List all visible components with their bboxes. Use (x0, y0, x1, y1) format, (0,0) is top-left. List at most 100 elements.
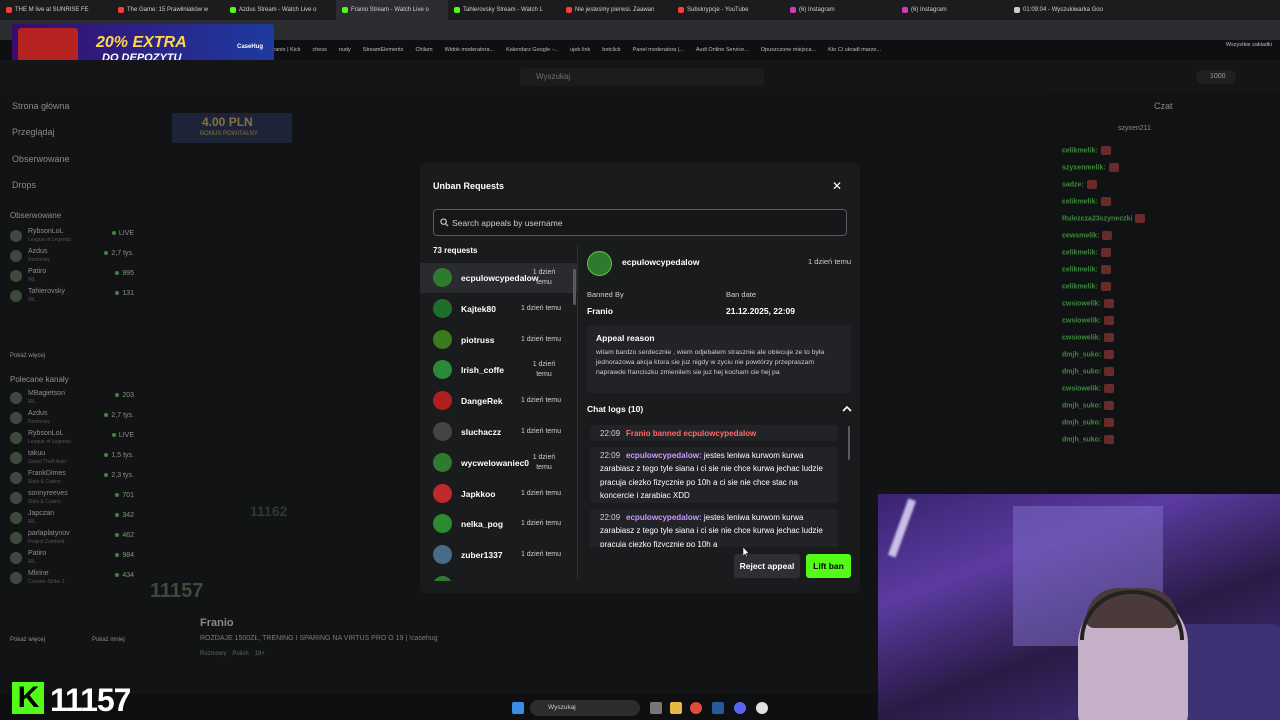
logs-scrollbar[interactable] (848, 426, 850, 460)
nav-following[interactable]: Obserwowane (12, 154, 70, 164)
chat-username[interactable]: szyxenmelik: (1062, 164, 1106, 171)
list-scrollbar[interactable] (573, 269, 576, 305)
show-less[interactable]: Pokaż mniej (92, 637, 125, 643)
detail-username[interactable]: ecpulowcypedalow (622, 257, 699, 267)
chat-username[interactable]: Rulezcza23szyneczki (1062, 215, 1132, 222)
nav-browse[interactable]: Przeglądaj (12, 127, 55, 137)
discord-icon[interactable] (734, 702, 746, 714)
reject-appeal-button[interactable]: Reject appeal (734, 554, 800, 578)
sidebar-channel[interactable]: RybsonLoL League of Legends LIVE (10, 228, 134, 248)
bookmark-item[interactable]: Audi Online Service... (696, 47, 749, 53)
stream-tag[interactable]: 18+ (255, 651, 265, 657)
stream-tag[interactable]: Polish (232, 651, 248, 657)
sidebar-channel[interactable]: sonnyreeves Slots & Casino 701 (10, 490, 134, 510)
chat-username[interactable]: cewsmelik: (1062, 232, 1099, 239)
browser-tab[interactable]: Subskrypcje - YouTube (672, 0, 784, 20)
browser-tab[interactable]: Franio Stream - Watch Live o (336, 0, 448, 20)
sidebar-channel[interactable]: MBagietson IRL 203 (10, 390, 134, 410)
bookmark-item[interactable]: Panel moderatora |... (633, 47, 684, 53)
request-row[interactable]: Irish_coffe 1 dzień temu (420, 355, 577, 385)
kick-coins-badge[interactable]: 1000 (1196, 70, 1236, 84)
browser-tab[interactable]: (6) Instagram (784, 0, 896, 20)
request-row[interactable]: piotruss 1 dzień temu (420, 325, 577, 355)
streamer-name[interactable]: Franio (200, 617, 234, 629)
bookmark-item[interactable]: Chilam (415, 47, 432, 53)
sidebar-channel[interactable]: RybsonLoL League of Legends LIVE (10, 430, 134, 450)
chat-username[interactable]: dmjh_suko: (1062, 351, 1101, 358)
browser-tab[interactable]: (6) Instagram (896, 0, 1008, 20)
chat-username[interactable]: celikmelik: (1062, 283, 1098, 290)
chat-username[interactable]: celikmelik: (1062, 147, 1098, 154)
browser-tab[interactable]: 01:09:04 - Wyszukiwarka Goo (1008, 0, 1120, 20)
sidebar-channel[interactable]: Patiro IRL 995 (10, 268, 134, 288)
request-row[interactable]: DangeRek 1 dzień temu (420, 386, 577, 416)
all-bookmarks-link[interactable]: Wszystkie zakładki (1226, 42, 1272, 48)
request-row[interactable]: 1 dzień temu (420, 571, 577, 581)
chat-message: celikmelik: (1062, 248, 1111, 257)
chat-username[interactable]: dmjh_suko: (1062, 402, 1101, 409)
request-row[interactable]: wycwelowaniec0 1 dzień temu (420, 448, 577, 478)
chat-username[interactable]: dmjh_suko: (1062, 436, 1101, 443)
chat-username[interactable]: celikmelik: (1062, 198, 1098, 205)
chat-username[interactable]: cwsiowelik: (1062, 317, 1101, 324)
nav-drops[interactable]: Drops (12, 180, 36, 190)
request-row[interactable]: nelka_pog 1 dzień temu (420, 509, 577, 539)
taskbar-search[interactable]: Wyszukaj (530, 700, 640, 716)
bookmark-item[interactable]: Opuszczone miejsca... (761, 47, 816, 53)
bookmark-item[interactable]: betclick (602, 47, 620, 53)
sidebar-channel[interactable]: FrankDimes Slots & Casino 2,3 tys. (10, 470, 134, 490)
bookmark-item[interactable]: StreamElements (363, 47, 404, 53)
windows-start-icon[interactable] (512, 702, 524, 714)
bookmark-item[interactable]: Widok moderatora... (445, 47, 495, 53)
close-icon[interactable]: ✕ (830, 179, 844, 193)
obs-icon[interactable] (756, 702, 768, 714)
bookmark-item[interactable]: Franio | Kick (270, 47, 300, 53)
chrome-icon[interactable] (690, 702, 702, 714)
bookmark-item[interactable]: ujeb link (570, 47, 590, 53)
stream-tag[interactable]: Rozmowy (200, 651, 226, 657)
request-row[interactable]: Japkkoo 1 dzień temu (420, 479, 577, 509)
browser-tab[interactable]: Tahlerovsky Stream - Watch L (448, 0, 560, 20)
chat-username[interactable]: cwsiowelik: (1062, 334, 1101, 341)
chat-username[interactable]: cwsiowelik: (1062, 300, 1101, 307)
browser-tab[interactable]: THE M live at SUNRISE FE (0, 0, 112, 20)
chat-username[interactable]: cwsiowelik: (1062, 385, 1101, 392)
chat-username[interactable]: dmjh_suko: (1062, 368, 1101, 375)
bookmark-item[interactable]: nudy (339, 47, 351, 53)
bookmark-item[interactable]: chess (312, 47, 326, 53)
log-username[interactable]: ecpulowcypedalow: (626, 513, 702, 522)
chat-username[interactable]: celikmelik: (1062, 266, 1098, 273)
browser-tab[interactable]: Azdus Stream - Watch Live o (224, 0, 336, 20)
sidebar-channel[interactable]: Patiro IRL 984 (10, 550, 134, 570)
bookmark-item[interactable]: Kalendarz Google -... (506, 47, 558, 53)
steam-icon[interactable] (712, 702, 724, 714)
sidebar-channel[interactable]: Azdus Rozmowy 2,7 tys. (10, 410, 134, 430)
chat-username[interactable]: sadze: (1062, 181, 1084, 188)
taskview-icon[interactable] (650, 702, 662, 714)
lift-ban-button[interactable]: Lift ban (806, 554, 851, 578)
chevron-up-icon[interactable] (841, 403, 853, 415)
show-more-recommended[interactable]: Pokaż więcej (10, 637, 45, 643)
kick-search-input[interactable]: Wyszukaj (520, 68, 764, 86)
browser-tab[interactable]: Nie jesteśmy pierwsi. Zaawan (560, 0, 672, 20)
browser-tab[interactable]: The Game: 15 Prawilniaków w (112, 0, 224, 20)
request-row[interactable]: sluchaczz 1 dzień temu (420, 417, 577, 447)
log-username[interactable]: ecpulowcypedalow: (626, 451, 702, 460)
chat-username[interactable]: celikmelik: (1062, 249, 1098, 256)
request-row[interactable]: Kajtek80 1 dzień temu (420, 294, 577, 324)
bookmark-item[interactable]: Kto Ci ukradł marze... (828, 47, 881, 53)
search-appeals-input[interactable]: Search appeals by username (433, 209, 847, 236)
request-row[interactable]: ecpulowcypedalow 1 dzień temu (420, 263, 577, 293)
request-row[interactable]: zuber1337 1 dzień temu (420, 540, 577, 570)
sidebar-channel[interactable]: Azdus Rozmowy 2,7 tys. (10, 248, 134, 268)
chat-username[interactable]: dmjh_suko: (1062, 419, 1101, 426)
explorer-icon[interactable] (670, 702, 682, 714)
sidebar-channel[interactable]: takuu Grand Theft Auto 1,5 tys. (10, 450, 134, 470)
show-more-following[interactable]: Pokaż więcej (10, 353, 45, 359)
sidebar-channel[interactable]: parlaplatynov Project Zomboid 462 (10, 530, 134, 550)
sidebar-channel[interactable]: Japczan IRL 342 (10, 510, 134, 530)
sidebar-channel[interactable]: Mlirine Counter-Strike 2 434 (10, 570, 134, 590)
nav-home[interactable]: Strona główna (12, 101, 70, 111)
sidebar-channel[interactable]: Tahlerovsky IRL 131 (10, 288, 134, 308)
avatar (433, 422, 452, 441)
